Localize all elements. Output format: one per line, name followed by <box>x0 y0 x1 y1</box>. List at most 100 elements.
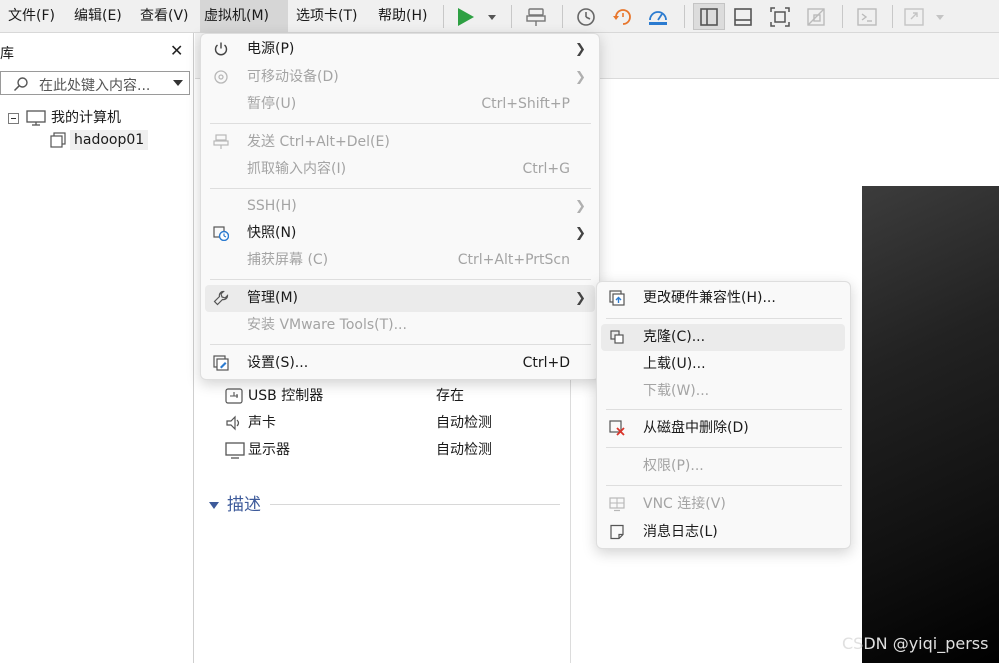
hardware-name: 声卡 <box>248 415 276 431</box>
menu-separator <box>210 123 591 124</box>
stretch-guest-button[interactable] <box>901 3 949 30</box>
vm-screen-thumbnail[interactable] <box>862 186 999 663</box>
menu-item-shortcut: Ctrl+G <box>522 161 571 177</box>
manage-menu-vnc[interactable]: VNC 连接(V) <box>601 491 846 518</box>
chevron-right-icon: ❯ <box>575 226 586 241</box>
vm-menu-install-tools[interactable]: 安装 VMware Tools(T)... <box>205 312 595 339</box>
show-library-button[interactable] <box>693 3 725 30</box>
menu-tabs[interactable]: 选项卡(T) <box>292 0 361 33</box>
menu-item-label: 更改硬件兼容性(H)... <box>643 290 776 306</box>
manage-menu-hardware-compat[interactable]: 更改硬件兼容性(H)... <box>601 285 846 312</box>
tree-item-my-computer[interactable]: 我的计算机 <box>8 108 188 128</box>
power-icon <box>214 42 228 56</box>
monitor-icon <box>225 442 245 459</box>
menu-item-label: 发送 Ctrl+Alt+Del(E) <box>247 134 390 150</box>
snapshot-manager-icon <box>649 10 667 25</box>
close-icon[interactable]: ✕ <box>170 41 183 60</box>
send-ctrl-alt-del-button[interactable] <box>522 3 550 30</box>
vm-menu-grab-input[interactable]: 抓取输入内容(I) Ctrl+G <box>205 156 595 183</box>
revert-snapshot-icon <box>613 8 631 25</box>
chevron-down-icon[interactable] <box>173 80 183 86</box>
search-placeholder: 在此处键入内容... <box>39 78 151 94</box>
menu-item-label: 电源(P) <box>247 41 295 57</box>
library-panel: 库 ✕ 在此处键入内容... 我的计算机 hadoop01 <box>0 33 194 663</box>
unity-button[interactable] <box>802 3 830 30</box>
thumbnail-bar-icon <box>734 7 752 26</box>
menu-item-label: 快照(N) <box>247 225 297 241</box>
description-section-toggle[interactable]: 描述 <box>209 493 261 517</box>
vm-menu-manage[interactable]: 管理(M) ❯ <box>205 285 595 312</box>
library-search-input[interactable]: 在此处键入内容... <box>0 71 190 95</box>
vm-menu-snapshot[interactable]: 快照(N) ❯ <box>205 220 595 247</box>
usb-icon <box>225 388 243 404</box>
revert-snapshot-button[interactable] <box>609 3 637 30</box>
menu-separator <box>210 279 591 280</box>
take-snapshot-button[interactable] <box>572 3 600 30</box>
toolbar-separator <box>562 5 563 28</box>
vnc-icon <box>609 497 625 512</box>
menu-item-shortcut: Ctrl+D <box>522 355 570 371</box>
vm-menu-capture-screen[interactable]: 捕获屏幕 (C) Ctrl+Alt+PrtScn <box>205 247 595 274</box>
hardware-compat-icon <box>609 290 625 306</box>
snapshot-icon <box>213 226 229 241</box>
hardware-name: USB 控制器 <box>248 388 324 404</box>
panel-divider <box>570 360 571 663</box>
console-view-button[interactable] <box>853 3 881 30</box>
watermark: CSDN @yiqi_perss <box>842 634 989 653</box>
toolbar-separator <box>842 5 843 28</box>
vm-menu-settings[interactable]: 设置(S)... Ctrl+D <box>205 350 595 377</box>
library-header: 库 ✕ <box>0 41 194 63</box>
toolbar-separator <box>443 5 444 28</box>
stretch-icon <box>904 7 944 26</box>
power-on-button[interactable] <box>454 3 500 30</box>
play-icon <box>458 7 496 26</box>
show-thumbnail-bar-button[interactable] <box>729 3 757 30</box>
speaker-icon <box>226 415 240 431</box>
hardware-value: 自动检测 <box>436 415 492 431</box>
library-view-icon <box>700 7 718 26</box>
vm-menu-send-ctrl-alt-del[interactable]: 发送 Ctrl+Alt+Del(E) <box>205 129 595 156</box>
manage-menu-clone[interactable]: 克隆(C)... <box>601 324 845 351</box>
snapshot-icon <box>577 7 595 26</box>
menu-file[interactable]: 文件(F) <box>4 0 59 33</box>
menu-item-label: 安装 VMware Tools(T)... <box>247 317 407 333</box>
menu-item-shortcut: Ctrl+Alt+PrtScn <box>457 252 570 268</box>
full-screen-button[interactable] <box>766 3 794 30</box>
snapshot-manager-button[interactable] <box>644 3 672 30</box>
chevron-down-icon <box>209 501 219 509</box>
vm-menu-pause[interactable]: 暂停(U) Ctrl+Shift+P <box>205 91 595 118</box>
hardware-value: 自动检测 <box>436 442 492 458</box>
menu-separator <box>210 188 591 189</box>
message-log-icon <box>610 524 624 540</box>
vm-menu-removable-devices[interactable]: 可移动设备(D) ❯ <box>205 64 595 91</box>
menu-help[interactable]: 帮助(H) <box>374 0 431 33</box>
manage-menu-delete-from-disk[interactable]: 从磁盘中删除(D) <box>601 415 846 442</box>
unity-icon <box>807 7 825 26</box>
menu-separator <box>210 344 591 345</box>
menu-view[interactable]: 查看(V) <box>136 0 193 33</box>
wrench-icon <box>213 290 229 306</box>
manage-menu-permissions[interactable]: 权限(P)... <box>601 453 846 480</box>
menu-item-label: 克隆(C)... <box>643 329 706 345</box>
manage-submenu: 更改硬件兼容性(H)... 克隆(C)... 上载(U)... 下载(W)...… <box>596 281 851 549</box>
vm-menu-power[interactable]: 电源(P) ❯ <box>205 36 595 63</box>
menu-item-label: SSH(H) <box>247 198 297 214</box>
collapse-toggle-icon[interactable] <box>8 113 19 124</box>
send-keys-icon <box>526 7 546 26</box>
menu-separator <box>606 409 842 410</box>
description-heading: 描述 <box>227 495 261 515</box>
menu-item-label: VNC 连接(V) <box>643 496 726 512</box>
menu-separator <box>606 318 842 319</box>
chevron-right-icon: ❯ <box>575 291 586 306</box>
hardware-name: 显示器 <box>248 442 290 458</box>
manage-menu-upload[interactable]: 上载(U)... <box>601 351 846 378</box>
menu-vm[interactable]: 虚拟机(M) <box>200 0 288 33</box>
manage-menu-download[interactable]: 下载(W)... <box>601 378 846 405</box>
manage-menu-message-log[interactable]: 消息日志(L) <box>601 519 846 546</box>
menu-item-shortcut: Ctrl+Shift+P <box>481 96 570 112</box>
menu-item-label: 管理(M) <box>247 290 299 306</box>
vm-name-label: hadoop01 <box>70 130 149 150</box>
menu-edit[interactable]: 编辑(E) <box>70 0 126 33</box>
menu-item-label: 暂停(U) <box>247 96 297 112</box>
vm-menu-ssh[interactable]: SSH(H) ❯ <box>205 193 595 220</box>
